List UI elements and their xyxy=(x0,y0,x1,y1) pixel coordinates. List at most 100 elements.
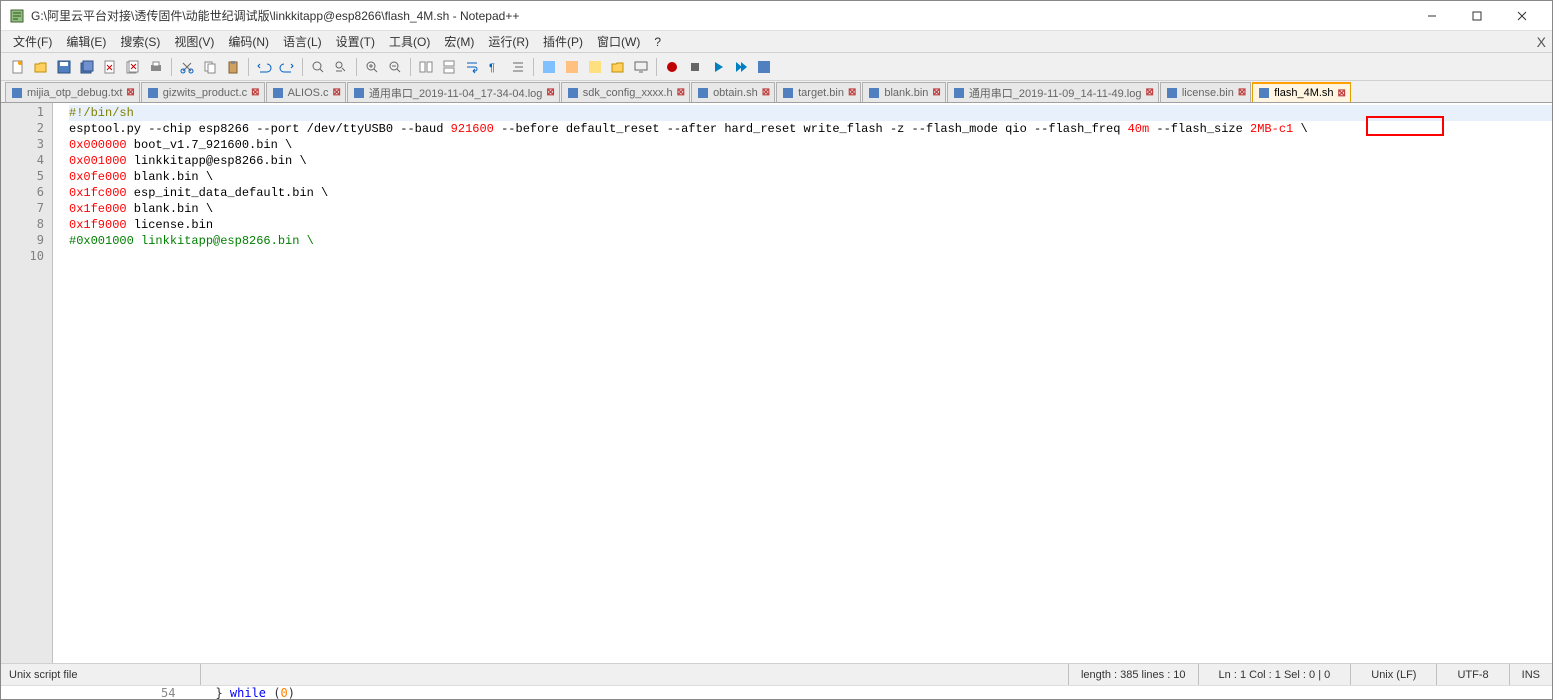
menu-macro[interactable]: 宏(M) xyxy=(438,31,480,52)
code-line: 0x1fc000 esp_init_data_default.bin \ xyxy=(69,185,1552,201)
maximize-button[interactable] xyxy=(1454,2,1499,30)
menu-plugins[interactable]: 插件(P) xyxy=(537,31,589,52)
file-icon xyxy=(696,86,710,100)
tab[interactable]: blank.bin⊠ xyxy=(862,82,945,102)
window-title: G:\阿里云平台对接\透传固件\动能世纪调试版\linkkitapp@esp82… xyxy=(31,7,1409,24)
tab-label: ALIOS.c xyxy=(288,87,329,99)
save-button[interactable] xyxy=(53,56,75,78)
tab[interactable]: 通用串口_2019-11-09_14-11-49.log⊠ xyxy=(947,82,1159,102)
code-content[interactable]: #!/bin/sh esptool.py --chip esp8266 --po… xyxy=(53,103,1552,663)
line-number: 2 xyxy=(1,121,52,137)
status-eol[interactable]: Unix (LF) xyxy=(1350,664,1436,685)
tab[interactable]: sdk_config_xxxx.h ⊠ xyxy=(561,82,690,102)
code-line: 0x1fe000 blank.bin \ xyxy=(69,201,1552,217)
cut-button[interactable] xyxy=(176,56,198,78)
save-all-button[interactable] xyxy=(76,56,98,78)
folder-button[interactable] xyxy=(607,56,629,78)
replace-button[interactable] xyxy=(330,56,352,78)
doc-map-button[interactable] xyxy=(561,56,583,78)
menu-help[interactable]: ? xyxy=(648,33,667,51)
tab[interactable]: 通用串口_2019-11-04_17-34-04.log⊠ xyxy=(347,82,560,102)
zoom-in-button[interactable] xyxy=(361,56,383,78)
show-all-chars-button[interactable]: ¶ xyxy=(484,56,506,78)
tab-active[interactable]: flash_4M.sh ⊠ xyxy=(1252,82,1351,102)
close-all-button[interactable] xyxy=(122,56,144,78)
record-button[interactable] xyxy=(661,56,683,78)
close-button[interactable] xyxy=(1499,2,1544,30)
line-number: 4 xyxy=(1,153,52,169)
lang-button[interactable] xyxy=(538,56,560,78)
sync-h-button[interactable] xyxy=(438,56,460,78)
tab-label: sdk_config_xxxx.h xyxy=(583,87,673,99)
tab-close-icon[interactable]: ⊠ xyxy=(1338,88,1346,99)
func-list-button[interactable] xyxy=(584,56,606,78)
tab-close-icon[interactable]: ⊠ xyxy=(1238,87,1246,98)
svg-text:¶: ¶ xyxy=(489,62,495,74)
tab-label: flash_4M.sh xyxy=(1274,87,1333,99)
menu-language[interactable]: 语言(L) xyxy=(277,31,328,52)
file-icon xyxy=(867,86,881,100)
zoom-out-button[interactable] xyxy=(384,56,406,78)
file-icon xyxy=(10,86,24,100)
menu-settings[interactable]: 设置(T) xyxy=(330,31,381,52)
indent-guide-button[interactable] xyxy=(507,56,529,78)
menu-tools[interactable]: 工具(O) xyxy=(383,31,436,52)
statusbar: Unix script file length : 385 lines : 10… xyxy=(1,663,1552,685)
new-file-button[interactable] xyxy=(7,56,29,78)
stop-record-button[interactable] xyxy=(684,56,706,78)
tab-close-icon[interactable]: ⊠ xyxy=(848,87,856,98)
tab[interactable]: license.bin⊠ xyxy=(1160,82,1251,102)
titlebar[interactable]: G:\阿里云平台对接\透传固件\动能世纪调试版\linkkitapp@esp82… xyxy=(1,1,1552,31)
line-number: 9 xyxy=(1,233,52,249)
wrap-button[interactable] xyxy=(461,56,483,78)
line-number: 5 xyxy=(1,169,52,185)
undo-button[interactable] xyxy=(253,56,275,78)
tab-close-icon[interactable]: ⊠ xyxy=(932,87,940,98)
print-button[interactable] xyxy=(145,56,167,78)
menu-search[interactable]: 搜索(S) xyxy=(114,31,166,52)
file-icon xyxy=(952,86,966,100)
play-button[interactable] xyxy=(707,56,729,78)
close-file-button[interactable] xyxy=(99,56,121,78)
menubar-close-icon[interactable]: X xyxy=(1537,34,1546,50)
menu-file[interactable]: 文件(F) xyxy=(7,31,58,52)
menu-encoding[interactable]: 编码(N) xyxy=(222,31,275,52)
monitor-button[interactable] xyxy=(630,56,652,78)
toolbar-separator xyxy=(171,58,172,76)
redo-button[interactable] xyxy=(276,56,298,78)
tab[interactable]: obtain.sh⊠ xyxy=(691,82,775,102)
open-file-button[interactable] xyxy=(30,56,52,78)
tab-close-icon[interactable]: ⊠ xyxy=(126,87,134,98)
menu-run[interactable]: 运行(R) xyxy=(482,31,535,52)
find-button[interactable] xyxy=(307,56,329,78)
code-line: 0x0fe000 blank.bin \ xyxy=(69,169,1552,185)
minimize-button[interactable] xyxy=(1409,2,1454,30)
sync-v-button[interactable] xyxy=(415,56,437,78)
tab[interactable]: ALIOS.c ⊠ xyxy=(266,82,346,102)
play-multi-button[interactable] xyxy=(730,56,752,78)
paste-button[interactable] xyxy=(222,56,244,78)
line-number: 1 xyxy=(1,105,52,121)
tab[interactable]: mijia_otp_debug.txt⊠ xyxy=(5,82,140,102)
tab-close-icon[interactable]: ⊠ xyxy=(677,87,685,98)
file-icon xyxy=(1257,86,1271,100)
menu-view[interactable]: 视图(V) xyxy=(168,31,220,52)
tab-close-icon[interactable]: ⊠ xyxy=(1145,87,1153,98)
menu-window[interactable]: 窗口(W) xyxy=(591,31,646,52)
toolbar-separator xyxy=(302,58,303,76)
tab[interactable]: target.bin⊠ xyxy=(776,82,861,102)
line-number-gutter: 1 2 3 4 5 6 7 8 9 10 xyxy=(1,103,53,663)
tab-close-icon[interactable]: ⊠ xyxy=(251,87,259,98)
editor[interactable]: 1 2 3 4 5 6 7 8 9 10 #!/bin/sh esptool.p… xyxy=(1,103,1552,663)
tab-close-icon[interactable]: ⊠ xyxy=(762,87,770,98)
status-mode[interactable]: INS xyxy=(1509,664,1552,685)
copy-button[interactable] xyxy=(199,56,221,78)
status-encoding[interactable]: UTF-8 xyxy=(1436,664,1508,685)
save-macro-button[interactable] xyxy=(753,56,775,78)
file-icon xyxy=(352,86,366,100)
tab-close-icon[interactable]: ⊠ xyxy=(546,87,554,98)
tab[interactable]: gizwits_product.c⊠ xyxy=(141,82,265,102)
app-window: G:\阿里云平台对接\透传固件\动能世纪调试版\linkkitapp@esp82… xyxy=(0,0,1553,700)
menu-edit[interactable]: 编辑(E) xyxy=(60,31,112,52)
tab-close-icon[interactable]: ⊠ xyxy=(333,87,341,98)
